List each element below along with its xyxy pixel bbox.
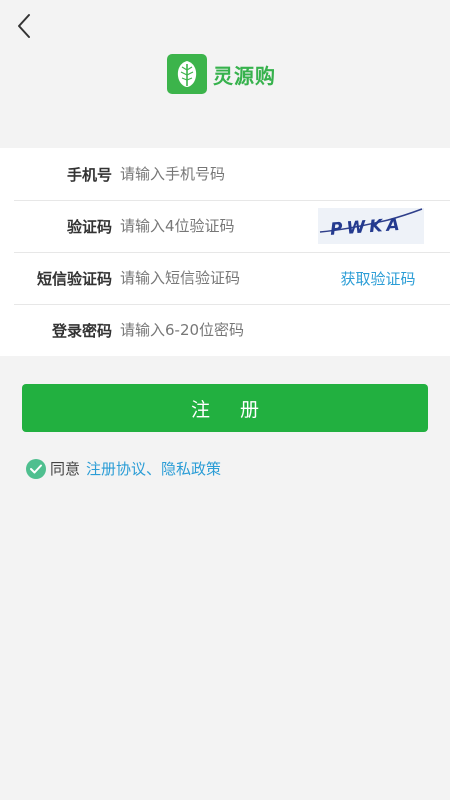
check-icon (30, 464, 42, 473)
password-row: 登录密码 (0, 304, 450, 356)
sms-label: 短信验证码 (36, 269, 112, 288)
phone-row: 手机号 (0, 148, 450, 200)
terms-link[interactable]: 注册协议 (86, 458, 146, 479)
register-form: 手机号 验证码 PWKA 短信验证码 获取验证码 登录密码 (0, 148, 450, 356)
agreement-separator: 、 (146, 460, 162, 478)
phone-label: 手机号 (66, 165, 112, 184)
sms-code-input[interactable] (120, 258, 328, 298)
captcha-label: 验证码 (66, 217, 112, 236)
phone-input[interactable] (120, 154, 450, 194)
password-input[interactable] (120, 310, 450, 350)
agree-checkbox[interactable] (26, 458, 46, 479)
back-button[interactable] (10, 12, 38, 40)
app-name: 灵源购 (213, 63, 276, 88)
privacy-link[interactable]: 隐私政策 (161, 458, 221, 479)
sms-row: 短信验证码 获取验证码 (0, 252, 450, 304)
captcha-input[interactable] (120, 206, 318, 246)
password-label: 登录密码 (51, 321, 112, 340)
captcha-image[interactable]: PWKA (318, 208, 424, 244)
app-logo: 灵源购 (167, 54, 276, 94)
captcha-row: 验证码 PWKA (0, 200, 450, 252)
chevron-left-icon (18, 14, 30, 38)
agree-prefix: 同意 (50, 460, 81, 478)
register-button[interactable]: 注 册 (22, 384, 428, 432)
leaf-icon (167, 54, 207, 94)
agreement-row: 同意 注册协议 、 隐私政策 (26, 458, 221, 479)
get-sms-code-button[interactable]: 获取验证码 (328, 268, 428, 289)
